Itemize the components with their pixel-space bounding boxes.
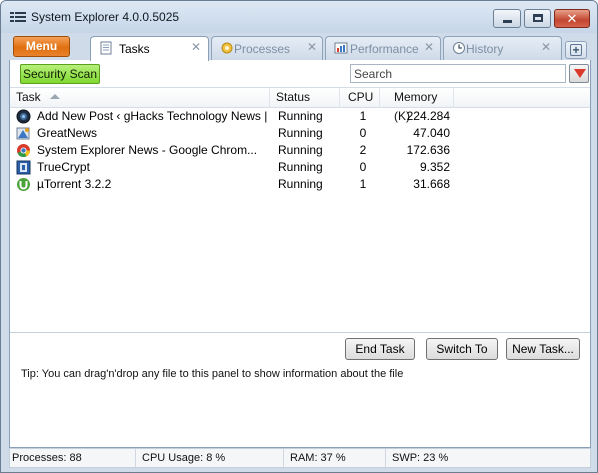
utorrent-icon <box>17 178 30 191</box>
task-name: µTorrent 3.2.2 <box>37 177 112 191</box>
tab-history[interactable]: History ✕ <box>443 36 562 60</box>
gears-icon <box>221 42 233 54</box>
close-icon: ✕ <box>566 11 578 26</box>
document-icon <box>100 41 112 55</box>
sort-ascending-icon <box>49 94 60 99</box>
tab-close-icon[interactable]: ✕ <box>424 40 434 54</box>
status-cpu-usage: CPU Usage: 8 % <box>136 449 284 467</box>
tab-close-icon[interactable]: ✕ <box>191 40 201 54</box>
task-status: Running <box>278 126 323 140</box>
column-header-label: Task <box>16 90 41 104</box>
end-task-button[interactable]: End Task <box>345 338 415 360</box>
tasks-panel: Security Scan Task Status CPU Memory (K)… <box>9 60 591 448</box>
tab-close-icon[interactable]: ✕ <box>307 40 317 54</box>
plus-icon: + <box>570 44 582 56</box>
task-status: Running <box>278 177 323 191</box>
chrome-icon <box>17 144 31 158</box>
task-memory: 224.284 <box>406 109 450 123</box>
tab-processes[interactable]: Processes ✕ <box>211 36 323 60</box>
task-name: System Explorer News - Google Chrom... <box>37 143 258 157</box>
app-window: System Explorer 4.0.0.5025 ✕ Menu Tasks … <box>0 0 598 473</box>
menu-button[interactable]: Menu <box>13 36 70 57</box>
maximize-icon <box>533 14 543 22</box>
close-button[interactable]: ✕ <box>554 9 590 28</box>
tip-text: Tip: You can drag'n'drop any file to thi… <box>21 368 404 380</box>
column-header-task[interactable]: Task <box>10 88 270 108</box>
task-status: Running <box>278 109 323 123</box>
task-cpu: 1 <box>359 109 367 123</box>
status-processes: Processes: 88 <box>10 449 136 467</box>
maximize-button[interactable] <box>524 9 551 28</box>
tab-label: Processes <box>234 42 291 56</box>
tab-label: Tasks <box>119 42 150 56</box>
greatnews-icon <box>16 127 30 140</box>
task-status: Running <box>278 143 323 157</box>
clock-icon <box>453 42 465 54</box>
task-cpu: 0 <box>359 160 367 174</box>
tab-tasks[interactable]: Tasks ✕ <box>90 36 209 61</box>
filter-button[interactable] <box>569 64 589 83</box>
task-memory: 47.040 <box>413 126 450 140</box>
list-header: Task Status CPU Memory (K) <box>10 88 590 123</box>
status-swp: SWP: 23 % <box>392 452 449 464</box>
table-row[interactable]: GreatNews Running 0 47.040 <box>10 125 590 142</box>
table-row[interactable]: TrueCrypt Running 0 9.352 <box>10 159 590 176</box>
tab-close-icon[interactable]: ✕ <box>541 40 551 54</box>
task-cpu: 2 <box>359 143 367 157</box>
security-scan-button[interactable]: Security Scan <box>20 64 100 84</box>
filter-funnel-icon <box>574 69 586 78</box>
task-rows: Add New Post ‹ gHacks Technology News | … <box>10 108 590 193</box>
minimize-button[interactable] <box>493 9 521 28</box>
tab-label: Performance <box>350 42 419 56</box>
table-row[interactable]: Add New Post ‹ gHacks Technology News | … <box>10 108 590 125</box>
tab-label: History <box>466 42 504 56</box>
tab-performance[interactable]: Performance ✕ <box>325 36 441 60</box>
switch-to-button[interactable]: Switch To <box>426 338 498 360</box>
task-name: Add New Post ‹ gHacks Technology News | … <box>37 109 269 123</box>
app-icon <box>10 12 26 22</box>
task-cpu: 1 <box>359 177 367 191</box>
task-name: GreatNews <box>37 126 98 140</box>
minimize-icon <box>503 20 512 23</box>
truecrypt-icon <box>16 160 31 175</box>
task-name: TrueCrypt <box>37 160 90 174</box>
status-bar: Processes: 88 CPU Usage: 8 % RAM: 37 % S… <box>9 448 591 468</box>
status-ram: RAM: 37 % <box>284 449 386 467</box>
task-memory: 172.636 <box>406 143 450 157</box>
task-memory: 31.668 <box>413 177 450 191</box>
table-row[interactable]: System Explorer News - Google Chrom... R… <box>10 142 590 159</box>
column-header-status[interactable]: Status <box>270 88 340 108</box>
column-header-memory[interactable]: Memory (K) <box>380 88 454 123</box>
title-bar[interactable]: System Explorer 4.0.0.5025 ✕ <box>1 1 597 33</box>
new-task-button[interactable]: New Task... <box>506 338 580 360</box>
task-cpu: 0 <box>359 126 367 140</box>
add-tab-button[interactable]: + <box>565 41 587 59</box>
column-header-cpu[interactable]: CPU <box>340 88 380 108</box>
task-status: Running <box>278 160 323 174</box>
globe-icon <box>16 109 31 124</box>
window-title: System Explorer 4.0.0.5025 <box>31 10 180 24</box>
performance-chart-icon <box>334 42 348 54</box>
task-list[interactable]: Task Status CPU Memory (K) Add New Post … <box>10 87 590 333</box>
table-row[interactable]: µTorrent 3.2.2 Running 1 31.668 <box>10 176 590 193</box>
search-input[interactable] <box>350 64 566 83</box>
task-memory: 9.352 <box>419 160 450 174</box>
